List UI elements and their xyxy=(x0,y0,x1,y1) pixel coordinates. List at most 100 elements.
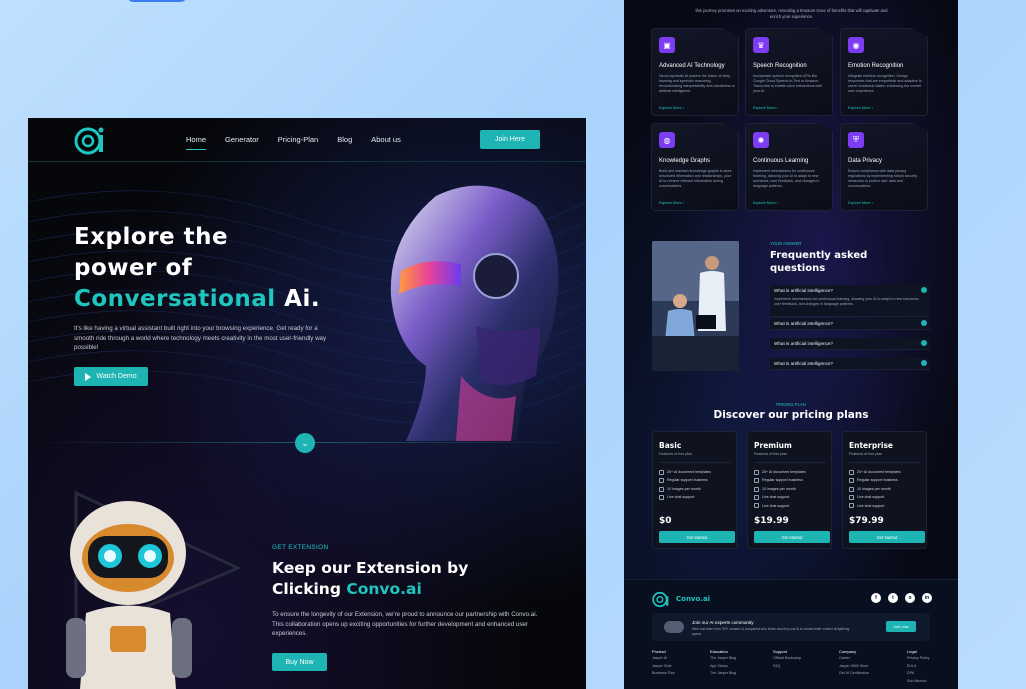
plan-feature-text: Live chat support xyxy=(667,495,695,500)
nav-home[interactable]: Home xyxy=(186,135,207,150)
buy-now-button[interactable]: Buy Now xyxy=(272,653,327,671)
nav-blog[interactable]: Blog xyxy=(337,135,352,150)
explore-more-link[interactable]: Explore More › xyxy=(848,201,873,205)
explore-more-link[interactable]: Explore More › xyxy=(659,201,684,205)
get-started-button[interactable]: Get started xyxy=(659,531,735,543)
footer-link[interactable]: Get AI Certification xyxy=(839,670,869,677)
watch-demo-button[interactable]: Watch Demo xyxy=(74,367,148,386)
get-started-button[interactable]: Get started xyxy=(849,531,925,543)
footer-link[interactable]: App Status xyxy=(710,663,736,670)
checkbox-icon xyxy=(849,486,854,492)
footer-column-head: Legal xyxy=(907,649,917,654)
plan-features: 20+ AI document templates Regular suppor… xyxy=(754,468,806,510)
nav-about-us[interactable]: About us xyxy=(371,135,401,150)
join-here-button[interactable]: Join Here xyxy=(480,130,540,149)
plan-feature: Live chat support xyxy=(659,493,711,501)
plan-features: 20+ AI document templates Regular suppor… xyxy=(849,468,901,510)
ai-logo-icon[interactable] xyxy=(74,126,106,156)
footer-brand: Convo.ai xyxy=(676,595,711,603)
join-now-button[interactable]: Join now xyxy=(886,621,916,632)
nav-pricing-plan[interactable]: Pricing-Plan xyxy=(278,135,318,150)
checkbox-icon xyxy=(849,478,854,484)
landing-page-preview: Home Generator Pricing-Plan Blog About u… xyxy=(28,118,586,689)
feature-card-emotion-recognition[interactable]: ◉ Emotion Recognition Integrate emotion … xyxy=(840,28,928,116)
footer-link[interactable]: The Jasper Blog xyxy=(710,670,736,677)
plan-name: Enterprise xyxy=(849,441,894,450)
ai-logo-icon[interactable] xyxy=(652,591,670,608)
feature-card-advanced-ai[interactable]: ▣ Advanced AI Technology Neuro-symbolic … xyxy=(651,28,739,116)
footer-link[interactable]: EULA xyxy=(907,663,929,670)
faq-item-expanded[interactable]: What is artificial intelligence? Impleme… xyxy=(770,285,930,317)
extension-title-line-2: Clicking Convo.ai xyxy=(272,579,542,600)
footer-link[interactable]: Sub Mission xyxy=(907,678,929,685)
community-description: Meet and learn from 700+ creators & comp… xyxy=(692,627,850,636)
faq-question: What is artificial intelligence? xyxy=(774,361,833,366)
plan-feature: Live chat support xyxy=(754,493,806,501)
checkbox-icon xyxy=(659,494,664,500)
checkbox-icon xyxy=(754,478,759,484)
feature-desc: Ensure compliance with data privacy regu… xyxy=(848,169,918,188)
plan-feature: Live chat support xyxy=(849,502,901,510)
avatar-group xyxy=(664,621,684,633)
toggle-icon[interactable] xyxy=(921,340,927,346)
checkbox-icon xyxy=(659,486,664,492)
plan-feature-text: 10 images per month xyxy=(857,486,891,491)
faq-question: What is artificial intelligence? xyxy=(774,288,833,293)
feature-card-data-privacy[interactable]: ⛨ Data Privacy Ensure compliance with da… xyxy=(840,123,928,211)
chip-icon: ▣ xyxy=(659,37,675,53)
shield-icon: ⛨ xyxy=(848,132,864,148)
footer-link[interactable]: Jasper Chat xyxy=(652,663,675,670)
extension-title-accent: Convo.ai xyxy=(340,580,422,598)
feature-desc: Implement mechanisms for continuous lear… xyxy=(753,169,820,188)
footer-column-legal: Legal Privacy Policy EULA DPA Sub Missio… xyxy=(907,648,929,685)
faq-item[interactable]: What is artificial intelligence? xyxy=(770,338,930,350)
plan-subtitle: Features of free plan xyxy=(659,452,693,456)
footer-link[interactable]: DPA xyxy=(907,670,929,677)
features-intro: this journey promises an exciting advent… xyxy=(695,8,888,19)
explore-more-link[interactable]: Explore More › xyxy=(659,106,684,110)
explore-more-link[interactable]: Explore More › xyxy=(848,106,873,110)
nav-generator[interactable]: Generator xyxy=(225,135,259,150)
footer-link[interactable]: Official Bootcamp xyxy=(773,655,801,662)
feature-card-speech-recognition[interactable]: ♛ Speech Recognition Incorporate speech … xyxy=(745,28,833,116)
emotion-icon: ◉ xyxy=(848,37,864,53)
faq-item[interactable]: What is artificial intelligence? xyxy=(770,318,930,330)
feature-desc: Build and maintain knowledge graphs to s… xyxy=(659,169,732,188)
footer-link[interactable]: FAQ xyxy=(773,663,801,670)
checkbox-icon xyxy=(659,469,664,475)
plan-subtitle: Features of free plan xyxy=(754,452,788,456)
play-icon xyxy=(85,372,92,381)
landing-page-sections-preview: this journey promises an exciting advent… xyxy=(624,0,958,689)
watch-demo-label: Watch Demo xyxy=(96,373,137,380)
footer-link[interactable]: Business Plan xyxy=(652,670,675,677)
twitter-icon[interactable]: t xyxy=(888,593,898,603)
linkedin-icon[interactable]: in xyxy=(922,593,932,603)
toggle-icon[interactable] xyxy=(921,320,927,326)
scroll-down-chevron-icon[interactable]: ⌄ xyxy=(295,433,315,453)
feature-card-continuous-learning[interactable]: ✺ Continuous Learning Implement mechanis… xyxy=(745,123,833,211)
hero-title-accent: Conversational xyxy=(74,286,276,312)
faq-item[interactable]: What is artificial intelligence? xyxy=(770,358,930,370)
faq-title: Frequently asked questions xyxy=(770,250,868,274)
footer-link[interactable]: The Jasper Blog xyxy=(710,655,736,662)
toggle-icon[interactable] xyxy=(921,360,927,366)
instagram-icon[interactable]: o xyxy=(905,593,915,603)
get-started-button[interactable]: Get started xyxy=(754,531,830,543)
office-people-photo xyxy=(652,241,739,371)
toggle-icon[interactable] xyxy=(921,287,927,293)
plan-feature: Regular support business xyxy=(754,476,806,484)
plan-feature-text: 20+ AI document templates xyxy=(667,470,711,474)
footer-link[interactable]: Jasper AI xyxy=(652,655,675,662)
feature-card-knowledge-graphs[interactable]: ◍ Knowledge Graphs Build and maintain kn… xyxy=(651,123,739,211)
community-title: Join our AI experts community xyxy=(692,620,754,625)
explore-more-link[interactable]: Explore More › xyxy=(753,201,778,205)
footer-link[interactable]: Privacy Policy xyxy=(907,655,929,662)
footer-link[interactable]: Career xyxy=(839,655,869,662)
top-edge-button xyxy=(126,0,188,2)
plan-feature: 20+ AI document templates xyxy=(849,468,901,476)
facebook-icon[interactable]: f xyxy=(871,593,881,603)
plan-feature: 10 images per month xyxy=(659,485,711,493)
footer-link[interactable]: Jasper 0800 Store xyxy=(839,663,869,670)
explore-more-link[interactable]: Explore More › xyxy=(753,106,778,110)
community-banner: Join our AI experts community Meet and l… xyxy=(652,613,930,641)
